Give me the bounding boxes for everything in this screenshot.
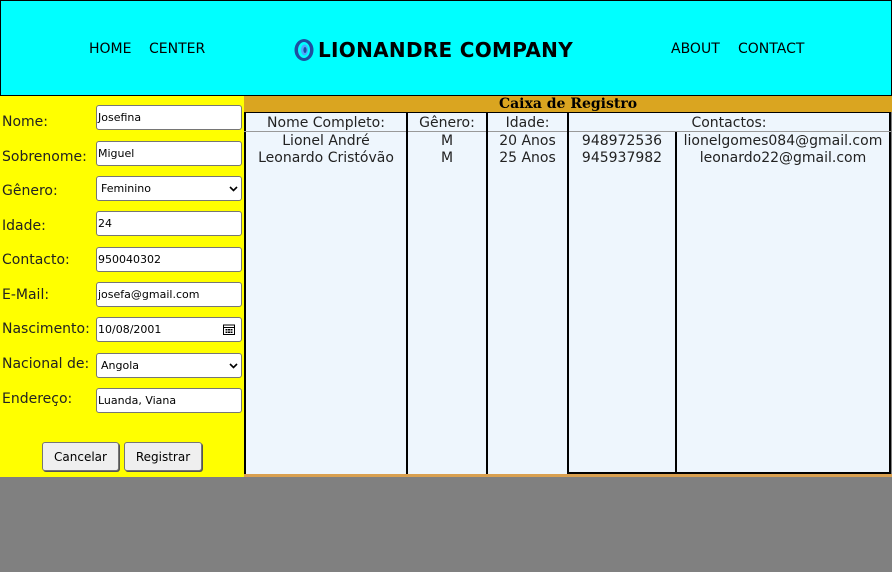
nav-center-link[interactable]: CENTER xyxy=(149,41,205,57)
row2-age: 25 Anos xyxy=(499,150,556,166)
chevron-down-icon xyxy=(229,185,238,192)
sobrenome-input[interactable]: Miguel xyxy=(96,141,242,166)
nav-about-link[interactable]: ABOUT xyxy=(671,41,720,57)
cancel-button[interactable]: Cancelar xyxy=(42,442,119,471)
calendar-icon[interactable] xyxy=(223,324,235,335)
nascimento-date-input[interactable]: 10/08/2001 xyxy=(96,317,242,342)
row2-name: Leonardo Cristóvão xyxy=(258,150,394,166)
row1-email: lionelgomes084@gmail.com xyxy=(683,133,883,149)
contacto-value: 950040302 xyxy=(98,253,161,266)
brand-name: LIONANDRE COMPANY xyxy=(318,38,573,62)
header-contactos: Contactos: xyxy=(691,115,767,131)
label-email: E-Mail: xyxy=(2,287,50,303)
idade-value: 24 xyxy=(98,217,112,230)
label-nacional: Nacional de: xyxy=(2,356,90,372)
row1-gender: M xyxy=(440,133,454,149)
label-idade: Idade: xyxy=(2,218,46,234)
nome-input[interactable]: Josefina xyxy=(96,105,242,130)
label-sobrenome: Sobrenome: xyxy=(2,149,87,165)
header-nome-completo: Nome Completo: xyxy=(267,115,385,131)
nascimento-value: 10/08/2001 xyxy=(98,323,162,336)
sobrenome-value: Miguel xyxy=(98,147,135,160)
chevron-down-icon xyxy=(229,362,238,369)
row2-email: leonardo22@gmail.com xyxy=(699,150,867,166)
label-endereco: Endereço: xyxy=(2,391,73,407)
header-idade: Idade: xyxy=(505,115,550,131)
header-genero: Gênero: xyxy=(419,115,475,131)
nav-contact-link[interactable]: CONTACT xyxy=(738,41,804,57)
endereco-input[interactable]: Luanda, Viana xyxy=(96,388,242,413)
nome-value: Josefina xyxy=(98,111,142,124)
email-value: josefa@gmail.com xyxy=(98,288,200,301)
nacional-select[interactable]: Angola xyxy=(96,353,242,378)
contacto-input[interactable]: 950040302 xyxy=(96,247,242,272)
nav-home-link[interactable]: HOME xyxy=(89,41,131,57)
label-genero: Gênero: xyxy=(2,183,58,199)
registry-title: Caixa de Registro xyxy=(498,96,638,112)
row2-phone: 945937982 xyxy=(581,150,663,166)
nacional-value: Angola xyxy=(101,359,140,372)
registry-bottom-accent xyxy=(244,474,892,477)
genero-select[interactable]: Feminino xyxy=(96,176,242,201)
idade-input[interactable]: 24 xyxy=(96,211,242,236)
row1-name: Lionel André xyxy=(282,133,370,149)
email-input[interactable]: josefa@gmail.com xyxy=(96,282,242,307)
column-divider xyxy=(675,132,677,475)
endereco-value: Luanda, Viana xyxy=(98,394,177,407)
genero-value: Feminino xyxy=(101,182,151,195)
label-nascimento: Nascimento: xyxy=(2,321,90,337)
blue-ring-logo-icon xyxy=(294,39,314,61)
brand-logo[interactable]: LIONANDRE COMPANY xyxy=(293,36,573,64)
label-nome: Nome: xyxy=(2,114,49,130)
row1-age: 20 Anos xyxy=(499,133,556,149)
register-button[interactable]: Registrar xyxy=(124,442,202,471)
label-contacto: Contacto: xyxy=(2,252,70,268)
row2-gender: M xyxy=(440,150,454,166)
site-header: HOME CENTER LIONANDRE COMPANY ABOUT CONT… xyxy=(0,0,892,96)
table-border-right xyxy=(889,112,891,475)
row1-phone: 948972536 xyxy=(581,133,663,149)
